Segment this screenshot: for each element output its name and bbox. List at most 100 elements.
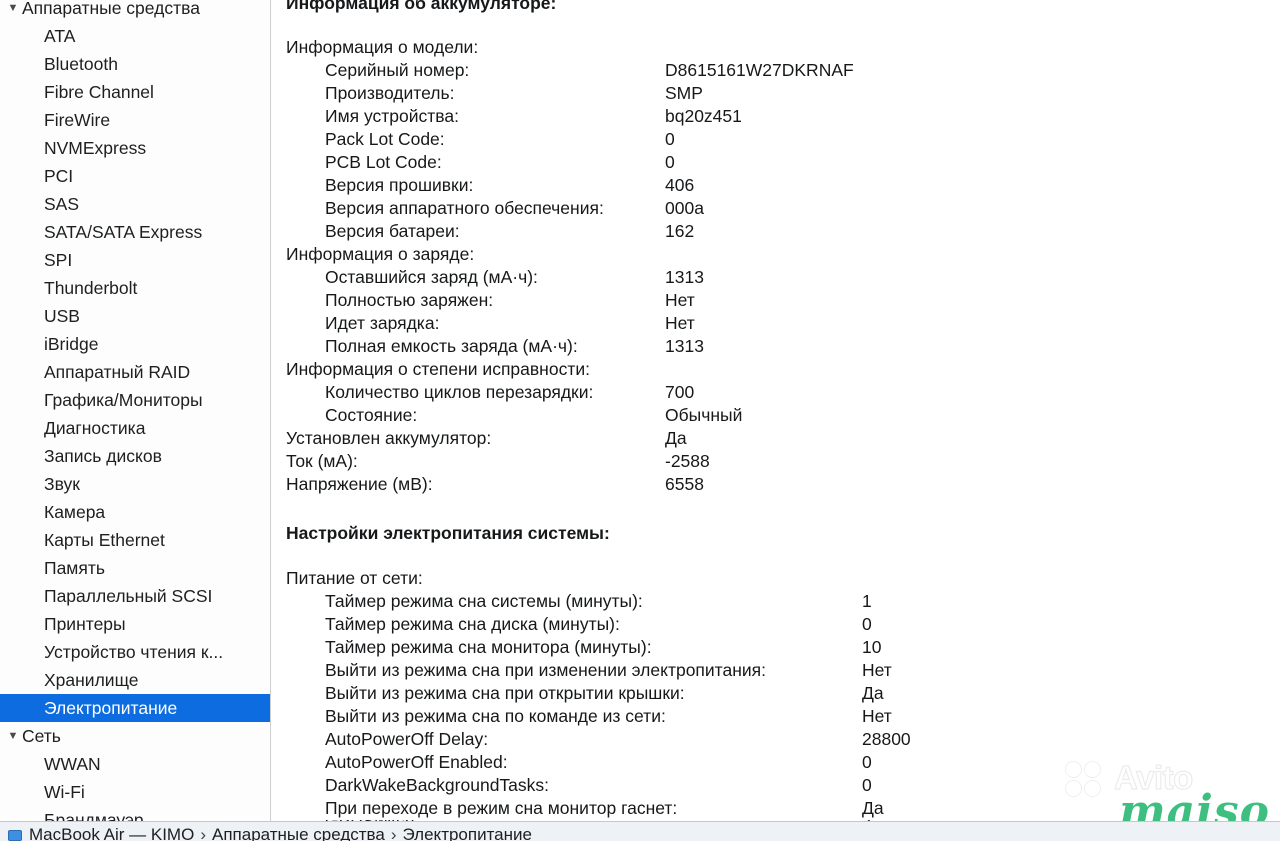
model-info-header: Информация о модели: bbox=[272, 36, 1280, 59]
sidebar-item-2[interactable]: Bluetooth bbox=[0, 50, 270, 78]
battery-top-rows: Установлен аккумулятор: Да Ток (мА): -2588 Н… bbox=[272, 427, 1280, 496]
info-row-key: DarkWakeBackgroundTasks: bbox=[325, 775, 550, 795]
sidebar-item-0[interactable]: ▼ Аппаратные средства bbox=[0, 0, 270, 22]
info-row-key: Имя устройства: bbox=[325, 106, 459, 126]
breadcrumb-separator-1: › bbox=[200, 825, 206, 841]
info-row-key: Количество циклов перезарядки: bbox=[325, 382, 594, 402]
info-row-value: Нет bbox=[665, 313, 695, 333]
power-settings-header-label: Настройки электропитания системы: bbox=[286, 523, 610, 543]
sidebar-item-8[interactable]: SATA/SATA Express bbox=[0, 218, 270, 246]
sidebar-item-label: Аппаратный RAID bbox=[44, 362, 191, 382]
health-info-header: Информация о степени исправности: bbox=[272, 358, 1280, 381]
disclosure-triangle-icon[interactable]: ▼ bbox=[6, 722, 20, 750]
info-row-value: Нет bbox=[862, 660, 892, 680]
sidebar-item-17[interactable]: Звук bbox=[0, 470, 270, 498]
info-row-key: Таймер режима сна системы (минуты): bbox=[325, 591, 643, 611]
sidebar-item-19[interactable]: Карты Ethernet bbox=[0, 526, 270, 554]
info-row: PCB Lot Code: 0 bbox=[272, 151, 1280, 174]
sidebar-item-5[interactable]: NVMExpress bbox=[0, 134, 270, 162]
sidebar-item-1[interactable]: ATA bbox=[0, 22, 270, 50]
info-row-key: Версия прошивки: bbox=[325, 175, 474, 195]
sidebar-item-20[interactable]: Память bbox=[0, 554, 270, 582]
sidebar[interactable]: ▼ Аппаратные средства ATA Bluetooth Fibre Ch… bbox=[0, 0, 271, 825]
breadcrumb-hardware[interactable]: Аппаратные средства bbox=[212, 825, 385, 841]
sidebar-item-18[interactable]: Камера bbox=[0, 498, 270, 526]
battery-info-header: Информация об аккумуляторе: bbox=[272, 0, 1280, 14]
model-info-header-label: Информация о модели: bbox=[286, 37, 479, 57]
disclosure-triangle-icon[interactable]: ▼ bbox=[6, 0, 20, 22]
info-row: Серийный номер: D8615161W27DKRNAF bbox=[272, 59, 1280, 82]
sidebar-item-21[interactable]: Параллельный SCSI bbox=[0, 582, 270, 610]
info-row-value: 406 bbox=[665, 175, 695, 195]
info-row-key: При переходе в режим сна монитор гаснет: bbox=[325, 798, 678, 818]
info-row-key: Pack Lot Code: bbox=[325, 129, 445, 149]
computer-icon bbox=[8, 830, 22, 841]
info-row: Таймер режима сна системы (минуты): 1 bbox=[272, 590, 1280, 613]
info-row: Версия прошивки: 406 bbox=[272, 174, 1280, 197]
info-row-value: 1 bbox=[862, 591, 872, 611]
info-row-key: Напряжение (мВ): bbox=[286, 474, 433, 494]
sidebar-item-10[interactable]: Thunderbolt bbox=[0, 274, 270, 302]
info-row-value: SMP bbox=[665, 83, 703, 103]
info-row-key: Полностью заряжен: bbox=[325, 290, 494, 310]
info-row-value: 6558 bbox=[665, 474, 704, 494]
model-info-rows: Серийный номер: D8615161W27DKRNAF Производ… bbox=[272, 59, 1280, 243]
sidebar-item-23[interactable]: Устройство чтения к... bbox=[0, 638, 270, 666]
sidebar-item-label: Параллельный SCSI bbox=[44, 586, 213, 606]
sidebar-item-label: Хранилище bbox=[44, 670, 139, 690]
sidebar-item-label: WWAN bbox=[44, 754, 101, 774]
info-row: Состояние: Обычный bbox=[272, 404, 1280, 427]
info-row-key: Выйти из режима сна при открытии крышки: bbox=[325, 683, 685, 703]
breadcrumb-power[interactable]: Электропитание bbox=[403, 825, 532, 841]
info-row-value: D8615161W27DKRNAF bbox=[665, 60, 854, 80]
info-row: Выйти из режима сна при открытии крышки:… bbox=[272, 682, 1280, 705]
content-pane: Информация об аккумуляторе: Информация о… bbox=[272, 0, 1280, 825]
info-row: Таймер режима сна монитора (минуты): 10 bbox=[272, 636, 1280, 659]
info-row: Напряжение (мВ): 6558 bbox=[272, 473, 1280, 496]
sidebar-item-15[interactable]: Диагностика bbox=[0, 414, 270, 442]
ac-power-header-label: Питание от сети: bbox=[286, 568, 423, 588]
sidebar-item-14[interactable]: Графика/Мониторы bbox=[0, 386, 270, 414]
sidebar-item-label: Графика/Мониторы bbox=[44, 390, 203, 410]
sidebar-item-label: iBridge bbox=[44, 334, 99, 354]
system-information-window: ▼ Аппаратные средства ATA Bluetooth Fibre Ch… bbox=[0, 0, 1280, 841]
charge-info-header: Информация о заряде: bbox=[272, 243, 1280, 266]
sidebar-item-26[interactable]: ▼ Сеть bbox=[0, 722, 270, 750]
sidebar-item-label: Bluetooth bbox=[44, 54, 118, 74]
sidebar-item-22[interactable]: Принтеры bbox=[0, 610, 270, 638]
info-row-key: Версия батареи: bbox=[325, 221, 460, 241]
info-row-key: AutoPowerOff Delay: bbox=[325, 729, 489, 749]
info-row-value: 10 bbox=[862, 637, 882, 657]
sidebar-item-label: Wi-Fi bbox=[44, 782, 85, 802]
info-row-key: Производитель: bbox=[325, 83, 455, 103]
info-row-value: bq20z451 bbox=[665, 106, 742, 126]
info-row-key: Серийный номер: bbox=[325, 60, 470, 80]
info-row-value: Да bbox=[862, 683, 884, 703]
sidebar-item-11[interactable]: USB bbox=[0, 302, 270, 330]
sidebar-item-27[interactable]: WWAN bbox=[0, 750, 270, 778]
sidebar-item-6[interactable]: PCI bbox=[0, 162, 270, 190]
sidebar-item-25[interactable]: Электропитание bbox=[0, 694, 270, 722]
sidebar-item-label: Сеть bbox=[22, 726, 61, 746]
sidebar-item-4[interactable]: FireWire bbox=[0, 106, 270, 134]
sidebar-item-16[interactable]: Запись дисков bbox=[0, 442, 270, 470]
power-settings-header: Настройки электропитания системы: bbox=[272, 522, 1280, 545]
sidebar-item-28[interactable]: Wi-Fi bbox=[0, 778, 270, 806]
charge-info-rows: Оставшийся заряд (мА·ч): 1313 Полностью за… bbox=[272, 266, 1280, 358]
info-row-value: 0 bbox=[862, 614, 872, 634]
sidebar-item-13[interactable]: Аппаратный RAID bbox=[0, 358, 270, 386]
info-row-value: -2588 bbox=[665, 451, 710, 471]
sidebar-item-12[interactable]: iBridge bbox=[0, 330, 270, 358]
info-row: При переходе в режим сна монитор гаснет:… bbox=[272, 797, 1280, 820]
sidebar-item-7[interactable]: SAS bbox=[0, 190, 270, 218]
info-row: Производитель: SMP bbox=[272, 82, 1280, 105]
info-row-key: Выйти из режима сна при изменении электр… bbox=[325, 660, 767, 680]
sidebar-item-9[interactable]: SPI bbox=[0, 246, 270, 274]
breadcrumb-device[interactable]: MacBook Air — KIMO bbox=[29, 825, 194, 841]
info-row: Версия батареи: 162 bbox=[272, 220, 1280, 243]
info-row-value: 0 bbox=[665, 152, 675, 172]
info-row: Идет зарядка: Нет bbox=[272, 312, 1280, 335]
sidebar-item-24[interactable]: Хранилище bbox=[0, 666, 270, 694]
sidebar-item-3[interactable]: Fibre Channel bbox=[0, 78, 270, 106]
info-row-value: Да bbox=[862, 798, 884, 818]
